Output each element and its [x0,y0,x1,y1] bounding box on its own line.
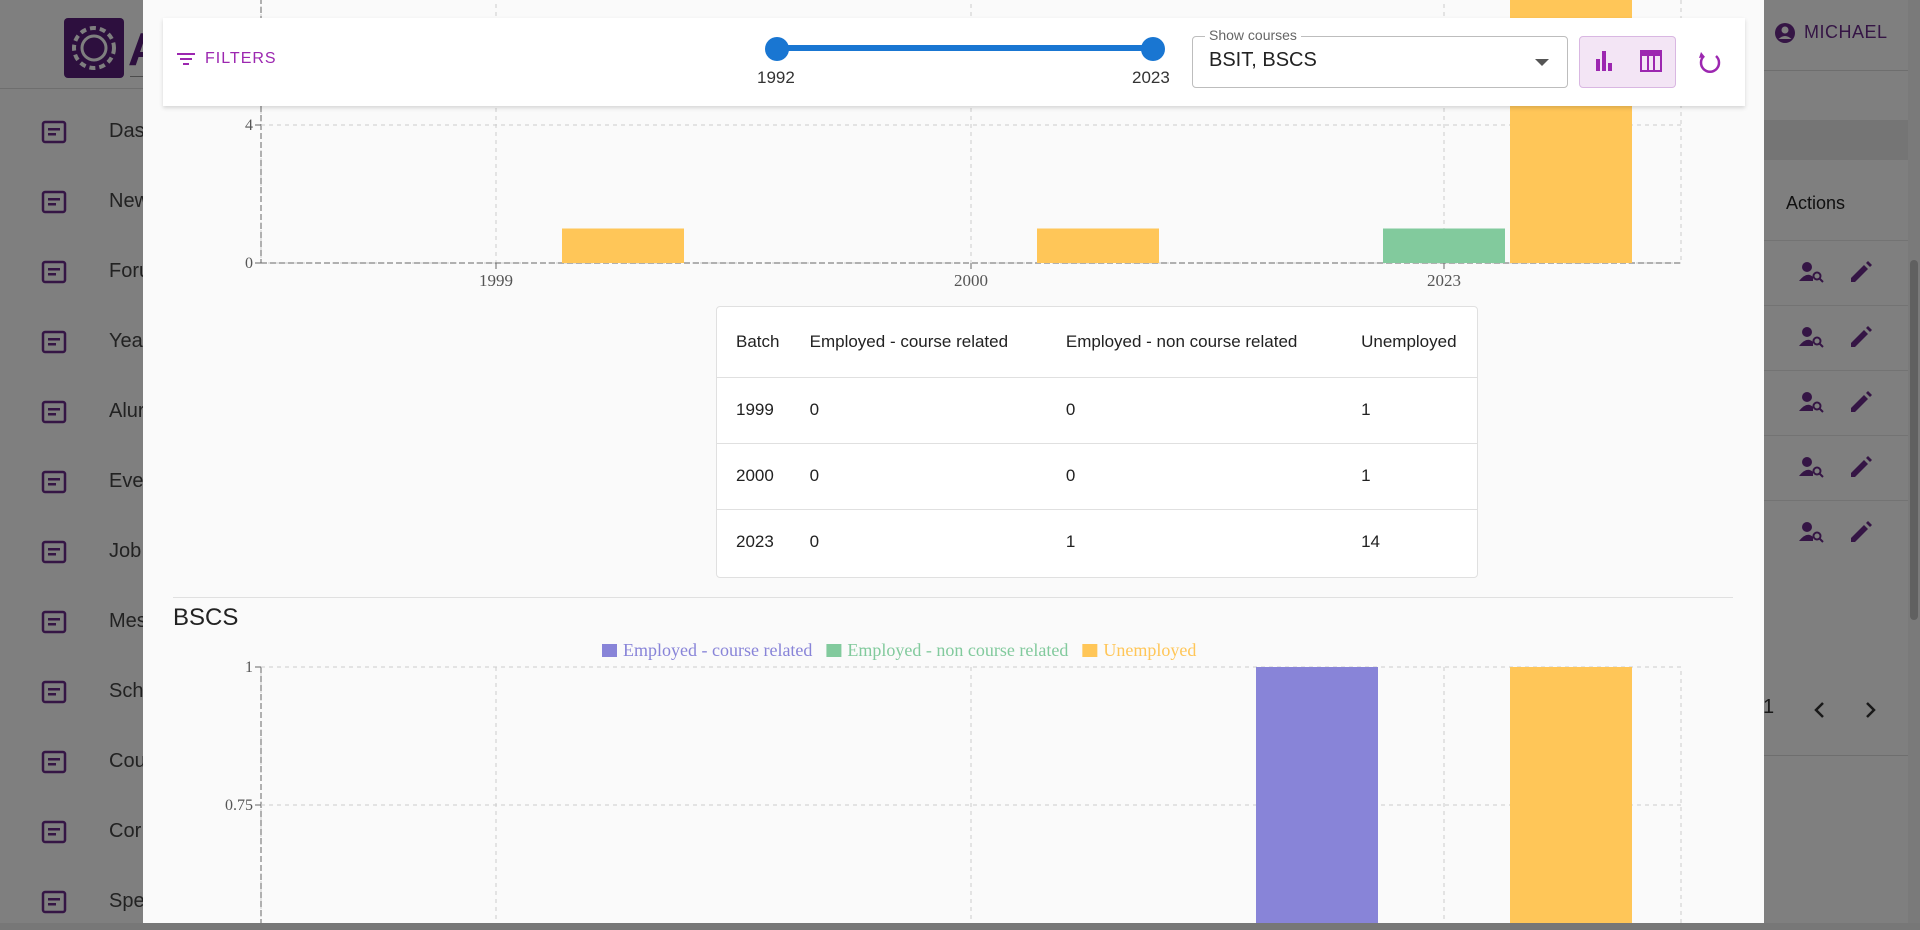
filter-icon [177,53,195,65]
courses-select-value: BSIT, BSCS [1209,49,1317,71]
legend-label: Unemployed [1103,640,1196,660]
courses-select-label: Show courses [1205,27,1301,43]
y-tick-label: 1 [245,659,253,676]
bar-chart-icon [1596,51,1612,71]
filter-bar: FILTERS 1992 2023 Show courses BSIT, BSC… [163,18,1745,106]
slider-thumb-min[interactable] [765,37,789,61]
slider-min-label: 1992 [757,68,795,87]
legend-swatch [826,644,842,657]
legend-label: Employed - non course related [847,640,1068,660]
table-icon [1640,50,1662,72]
filters-button[interactable]: FILTERS [177,44,277,74]
statistics-modal: 0 4 1999 2000 2023 Batch Employed - course r… [143,0,1764,923]
courses-select[interactable]: Show courses BSIT, BSCS [1192,27,1568,88]
slider-max-label: 2023 [1132,68,1170,87]
chevron-down-icon [1535,59,1549,66]
slider-thumb-max[interactable] [1141,37,1165,61]
legend-label: Employed - course related [623,640,812,660]
bscs-chart: 0.75 1 Employed - course related Employed -… [225,640,1682,923]
bar-unemployed-2023 [1510,667,1632,923]
table-view-toggle[interactable] [1627,36,1676,88]
y-tick-label: 0.75 [225,797,253,814]
chart-view-toggle[interactable] [1579,36,1629,88]
bar-employed-course-related-2023 [1256,667,1378,923]
year-range-slider[interactable] [777,45,1153,51]
filters-label: FILTERS [205,50,277,67]
refresh-icon[interactable] [1691,44,1727,80]
legend-swatch [602,644,617,657]
legend-swatch [1082,644,1098,657]
